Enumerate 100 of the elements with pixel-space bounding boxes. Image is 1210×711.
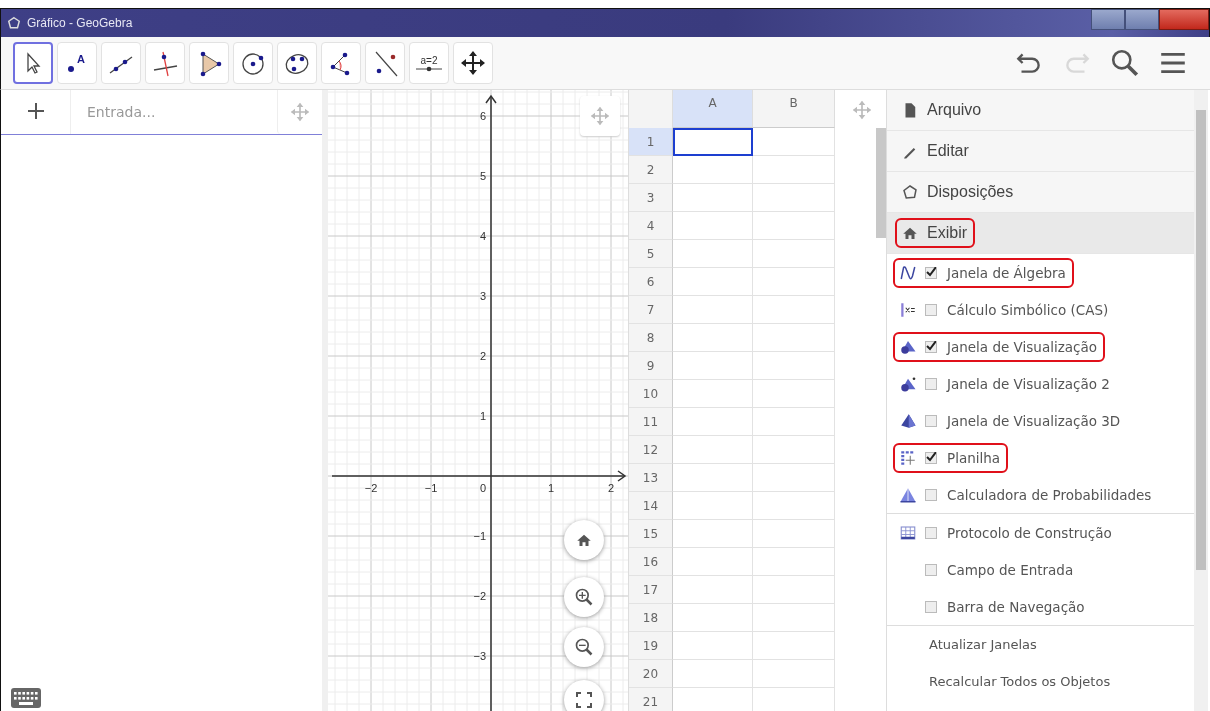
table-cell[interactable] (753, 240, 835, 268)
menu-item[interactable]: Janela de Visualização 3D (887, 402, 1194, 439)
table-cell[interactable] (753, 492, 835, 520)
menu-item[interactable]: Calculadora de Probabilidades (887, 476, 1194, 513)
table-cell[interactable] (753, 436, 835, 464)
checkbox[interactable] (925, 340, 937, 353)
checkbox[interactable] (925, 266, 937, 279)
row-header[interactable]: 17 (629, 576, 673, 604)
table-cell[interactable] (673, 632, 753, 660)
move-icon[interactable] (590, 106, 610, 126)
row-header[interactable]: 10 (629, 380, 673, 408)
menu-item[interactable]: Atualizar Janelas (887, 625, 1194, 663)
menu-item[interactable]: Janela de Visualização (887, 328, 1194, 365)
row-header[interactable]: 13 (629, 464, 673, 492)
menu-item[interactable]: Planilha (887, 439, 1194, 476)
checkbox[interactable] (925, 377, 937, 390)
menu-item[interactable]: Janela de Visualização 2 (887, 365, 1194, 402)
table-cell[interactable] (753, 212, 835, 240)
menu-item[interactable]: Arquivo (887, 90, 1194, 131)
table-cell[interactable] (753, 184, 835, 212)
row-header[interactable]: 5 (629, 240, 673, 268)
conic-tool-button[interactable] (277, 42, 317, 84)
menu-item[interactable]: Exibir (887, 213, 1194, 254)
checkbox[interactable] (925, 563, 937, 576)
row-header[interactable]: 19 (629, 632, 673, 660)
selected-cell[interactable] (673, 128, 753, 156)
fullscreen-button[interactable] (564, 680, 604, 711)
table-cell[interactable] (673, 324, 753, 352)
table-cell[interactable] (673, 156, 753, 184)
checkbox[interactable] (925, 451, 937, 464)
table-cell[interactable] (673, 660, 753, 688)
table-cell[interactable] (673, 520, 753, 548)
row-header[interactable]: 18 (629, 604, 673, 632)
reflect-tool-button[interactable] (365, 42, 405, 84)
menu-item[interactable]: Barra de Navegação (887, 588, 1194, 625)
table-cell[interactable] (753, 408, 835, 436)
menu-item[interactable]: Protocolo de Construção (887, 513, 1194, 551)
column-header[interactable]: B (753, 90, 835, 128)
perpendicular-tool-button[interactable] (145, 42, 185, 84)
row-header[interactable]: 16 (629, 548, 673, 576)
checkbox[interactable] (925, 303, 937, 316)
menu-item[interactable]: Editar (887, 131, 1194, 172)
table-cell[interactable] (673, 548, 753, 576)
row-header[interactable]: 4 (629, 212, 673, 240)
row-header[interactable]: 6 (629, 268, 673, 296)
row-header[interactable]: 12 (629, 436, 673, 464)
row-header[interactable]: 2 (629, 156, 673, 184)
menu-item[interactable]: Campo de Entrada (887, 551, 1194, 588)
circle-tool-button[interactable] (233, 42, 273, 84)
menu-item[interactable]: Recalcular Todos os Objetos (887, 663, 1194, 700)
style-bar-button[interactable] (580, 96, 620, 136)
table-cell[interactable] (753, 324, 835, 352)
search-icon[interactable] (1110, 48, 1140, 78)
table-cell[interactable] (673, 184, 753, 212)
table-cell[interactable] (673, 296, 753, 324)
table-cell[interactable] (673, 408, 753, 436)
checkbox[interactable] (925, 600, 937, 613)
table-cell[interactable] (673, 464, 753, 492)
corner-header[interactable] (629, 90, 673, 129)
move-icon[interactable] (290, 102, 310, 122)
table-cell[interactable] (673, 212, 753, 240)
table-cell[interactable] (753, 464, 835, 492)
row-header[interactable]: 11 (629, 408, 673, 436)
table-cell[interactable] (753, 296, 835, 324)
table-cell[interactable] (753, 352, 835, 380)
checkbox[interactable] (925, 414, 937, 427)
table-cell[interactable] (673, 436, 753, 464)
table-cell[interactable] (673, 380, 753, 408)
row-header[interactable]: 9 (629, 352, 673, 380)
table-cell[interactable] (673, 492, 753, 520)
table-cell[interactable] (753, 660, 835, 688)
move-icon[interactable] (852, 100, 872, 120)
menu-item[interactable]: Disposições (887, 172, 1194, 213)
row-header[interactable]: 3 (629, 184, 673, 212)
angle-tool-button[interactable] (321, 42, 361, 84)
table-cell[interactable] (753, 380, 835, 408)
table-cell[interactable] (673, 352, 753, 380)
row-header[interactable]: 1 (629, 128, 673, 156)
row-header[interactable]: 8 (629, 324, 673, 352)
keyboard-icon[interactable] (11, 688, 41, 708)
checkbox[interactable] (925, 488, 937, 501)
table-cell[interactable] (673, 604, 753, 632)
column-header[interactable]: A (673, 90, 753, 128)
row-header[interactable]: 21 (629, 688, 673, 711)
table-cell[interactable] (753, 128, 835, 156)
slider-tool-button[interactable]: a=2 (409, 42, 449, 84)
table-cell[interactable] (753, 632, 835, 660)
table-cell[interactable] (753, 604, 835, 632)
row-header[interactable]: 14 (629, 492, 673, 520)
menu-item[interactable]: Cálculo Simbólico (CAS) (887, 291, 1194, 328)
maximize-button[interactable] (1125, 9, 1159, 30)
scrollbar[interactable] (1196, 110, 1206, 570)
minimize-button[interactable] (1091, 9, 1125, 30)
table-cell[interactable] (673, 268, 753, 296)
table-cell[interactable] (753, 576, 835, 604)
row-header[interactable]: 7 (629, 296, 673, 324)
table-cell[interactable] (753, 268, 835, 296)
table-cell[interactable] (673, 240, 753, 268)
point-tool-button[interactable]: A (57, 42, 97, 84)
table-cell[interactable] (753, 156, 835, 184)
